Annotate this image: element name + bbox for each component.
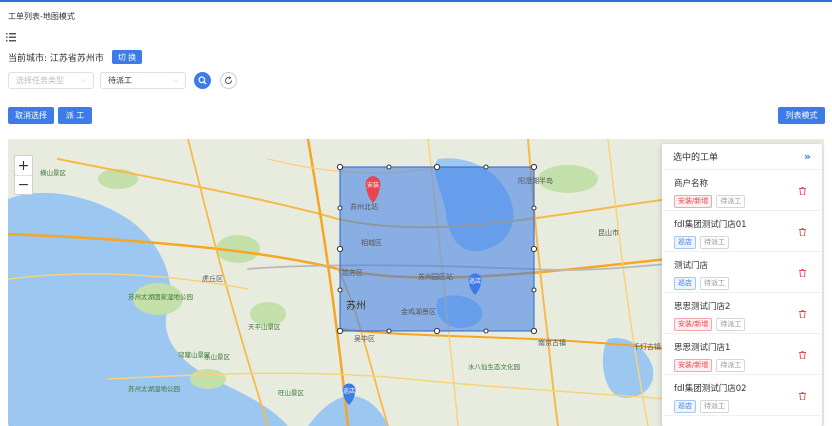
order-item[interactable]: 商户名称安装/新增 待派工: [662, 170, 822, 211]
order-name: 思思测试门店2: [674, 302, 731, 312]
dispatch-button[interactable]: 派 工: [58, 107, 92, 124]
place-label: 天平山景区: [248, 322, 281, 331]
place-label: 苏州太湖国家湿地公园: [128, 292, 193, 301]
place-label: 阳澄湖半岛: [518, 176, 553, 185]
map-zoom-control: + −: [14, 155, 33, 195]
place-label: 苏州园区站: [418, 272, 453, 281]
delete-icon[interactable]: [799, 351, 806, 359]
panel-header: 选中的工单 »: [662, 144, 822, 170]
order-type-tag: 巡店: [674, 400, 696, 413]
breadcrumb: 工单列表-地图模式: [8, 12, 75, 21]
current-city: 当前城市: 江苏省苏州市 切 换: [8, 50, 143, 64]
order-name: 测试门店: [674, 261, 709, 271]
order-status-tag: 待派工: [700, 277, 729, 290]
delete-icon[interactable]: [799, 269, 806, 277]
delete-icon[interactable]: [799, 228, 806, 236]
order-item[interactable]: fdl集团测试门店01 巡店 待派工: [662, 211, 822, 252]
order-name: fdl集团测试门店02: [674, 384, 747, 394]
order-tags: 安装/新增 待派工: [674, 318, 810, 331]
list-mode-button[interactable]: 列表模式: [778, 107, 825, 124]
place-label: 姑苏区: [342, 268, 363, 277]
place-label: 相城区: [361, 238, 382, 247]
place-label: 穹窿山景区: [178, 350, 211, 359]
refresh-icon: [225, 76, 232, 84]
menu-icon[interactable]: [6, 33, 16, 42]
delete-icon[interactable]: [799, 187, 806, 195]
place-label: 吴中区: [354, 334, 375, 343]
place-label: 旺山景区: [278, 388, 305, 397]
order-status-tag: 待派工: [716, 318, 746, 331]
place-label: 水八仙生态文化园: [468, 362, 520, 371]
order-type-tag: 巡店: [674, 277, 696, 290]
order-item[interactable]: 思思测试门店2 安装/新增 待派工: [662, 293, 822, 334]
order-status-tag: 待派工: [700, 236, 729, 249]
place-label: 横山景区: [40, 168, 67, 177]
order-type-tag: 安装/新增: [674, 359, 713, 372]
status-select[interactable]: 待派工 ⌵: [100, 72, 186, 89]
order-status-tag: 待派工: [700, 400, 729, 413]
delete-icon[interactable]: [799, 310, 806, 318]
top-accent-bar: [0, 0, 832, 2]
order-name: fdl集团测试门店01: [674, 220, 747, 230]
map-pin-label: 巡店: [343, 387, 355, 395]
place-label: 苏州: [346, 299, 366, 312]
order-status-tag: 待派工: [716, 195, 746, 208]
map-pin-label: 安装: [367, 181, 379, 189]
place-label: 苏州北站: [350, 202, 378, 211]
order-type-tag: 安装/新增: [674, 318, 713, 331]
selected-orders-panel: 选中的工单 » 商户名称 安装/新增 待派工 fdl集团测试门店01 巡店 待派工 测试门店…: [662, 144, 822, 426]
order-status-tag: 待派工: [716, 359, 746, 372]
green-area: [98, 169, 138, 189]
search-icon: [198, 76, 207, 85]
order-tags: 巡店 待派工: [674, 236, 810, 249]
place-label: 金鸡湖景区: [401, 307, 436, 316]
order-tags: 巡店 待派工: [674, 277, 810, 290]
zoom-in-button[interactable]: +: [15, 156, 32, 175]
task-type-select[interactable]: 选择任务类型 ⌵: [8, 72, 94, 89]
order-tags: 巡店 待派工: [674, 400, 810, 413]
green-area: [190, 369, 226, 389]
order-item[interactable]: fdl集团测试门店02 巡店 待派工: [662, 375, 822, 416]
order-tags: 安装/新增 待派工: [674, 359, 810, 372]
cancel-selection-button[interactable]: 取消选择: [8, 107, 54, 124]
place-label: 千灯古镇: [633, 342, 661, 351]
panel-title: 选中的工单: [673, 153, 719, 163]
order-type-tag: 巡店: [674, 236, 696, 249]
collapse-icon[interactable]: »: [804, 150, 811, 163]
current-city-label: 当前城市: 江苏省苏州市: [8, 53, 104, 64]
place-label: 昆山市: [598, 228, 619, 237]
switch-city-button[interactable]: 切 换: [111, 50, 143, 64]
map-pin-label: 巡店: [469, 277, 481, 285]
chevron-down-icon: ⌵: [172, 76, 178, 84]
order-name: 商户名称: [674, 179, 709, 189]
task-type-placeholder: 选择任务类型: [16, 76, 64, 85]
order-type-tag: 安装/新增: [674, 195, 713, 208]
chevron-down-icon: ⌵: [80, 76, 86, 84]
delete-icon[interactable]: [799, 392, 806, 400]
search-button[interactable]: [194, 72, 211, 89]
order-tags: 安装/新增 待派工: [674, 195, 810, 208]
order-list: 商户名称 安装/新增 待派工 fdl集团测试门店01 巡店 待派工 测试门店 巡店 待派工 思思测…: [662, 170, 822, 416]
order-item[interactable]: 思思测试门店1 安装/新增 待派工: [662, 334, 822, 375]
place-label: 南京古镇: [538, 338, 566, 347]
zoom-out-button[interactable]: −: [15, 175, 32, 194]
place-label: 虎丘区: [202, 274, 223, 283]
order-item[interactable]: 测试门店巡店 待派工: [662, 252, 822, 293]
order-name: 思思测试门店1: [674, 343, 731, 353]
status-select-value: 待派工: [108, 76, 132, 85]
place-label: 苏州太湖湿地公园: [128, 384, 180, 393]
reset-button[interactable]: [220, 72, 237, 89]
